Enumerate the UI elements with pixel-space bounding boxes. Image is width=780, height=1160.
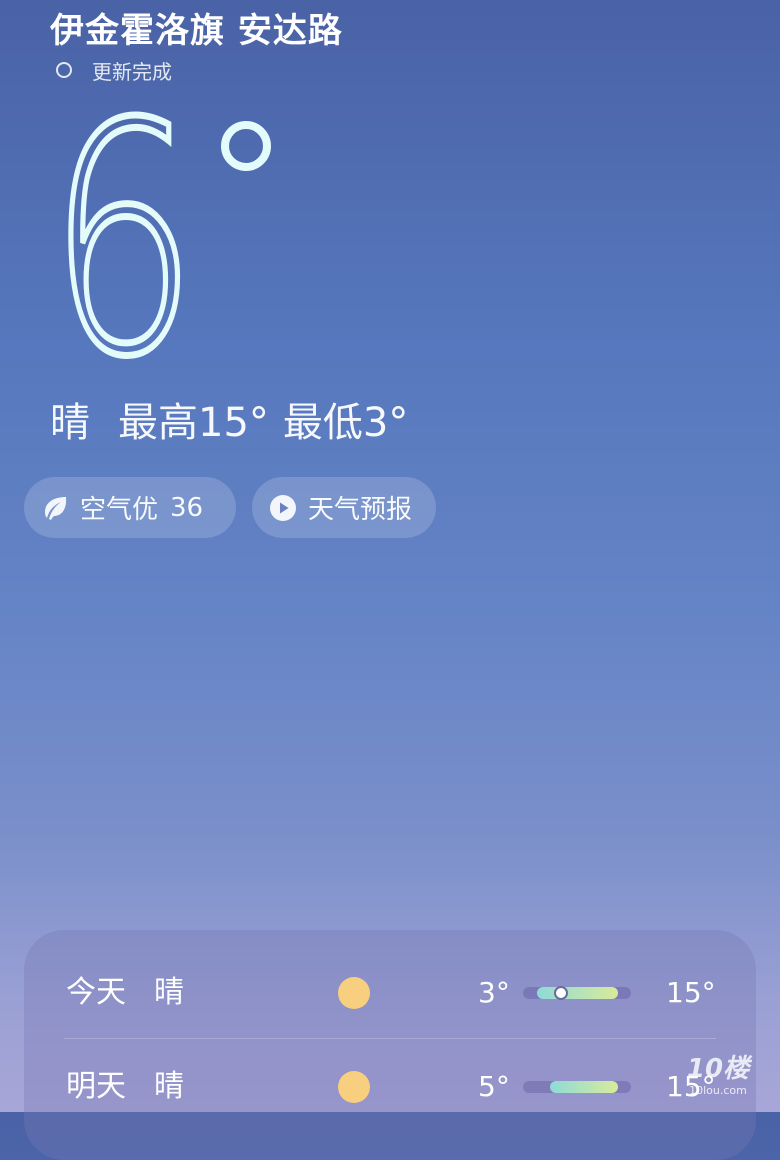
update-status-text: 更新完成: [92, 59, 172, 84]
current-temperature-value: 6: [48, 108, 198, 368]
forecast-label: 天气预报: [308, 495, 413, 525]
forecast-condition: 晴: [154, 975, 184, 1010]
temperature-range-bar: [523, 1081, 631, 1093]
today-high: 最高15°: [118, 400, 269, 446]
forecast-condition: 晴: [154, 1069, 184, 1104]
forecast-row-tomorrow[interactable]: 明天 晴 5° 15°: [24, 1042, 756, 1132]
air-quality-chip[interactable]: 空气优 36: [24, 477, 236, 538]
refresh-ring-icon: [56, 62, 72, 78]
forecast-day: 明天: [66, 1069, 126, 1104]
daily-forecast-card: 今天 晴 3° 15° 明天 晴 5° 15°: [24, 930, 756, 1160]
degree-symbol-icon: [221, 121, 271, 171]
aqi-label: 空气优: [80, 495, 159, 525]
watermark-url: 10lou.com: [689, 1084, 747, 1097]
forecast-low: 5°: [478, 1070, 510, 1103]
temperature-range-fill: [550, 1081, 619, 1093]
current-temperature: 6: [48, 108, 298, 368]
forecast-day: 今天: [66, 975, 126, 1010]
forecast-high: 15°: [666, 976, 716, 1009]
location-title[interactable]: 伊金霍洛旗 安达路: [50, 8, 343, 54]
temperature-range-bar: [523, 986, 631, 1000]
row-divider: [64, 1038, 716, 1039]
sun-icon: [338, 977, 370, 1009]
today-low: 最低3°: [282, 400, 409, 446]
forecast-row-today[interactable]: 今天 晴 3° 15°: [24, 948, 756, 1038]
current-temperature-marker: [553, 986, 568, 1000]
weather-forecast-chip[interactable]: 天气预报: [252, 477, 436, 538]
weather-summary: 晴最高15° 最低3°: [50, 396, 408, 450]
leaf-icon: [40, 493, 70, 523]
forecast-low: 3°: [478, 976, 510, 1009]
play-icon: [268, 493, 298, 523]
update-status: 更新完成: [56, 56, 172, 84]
site-watermark: 10楼 10lou.com: [678, 1054, 758, 1106]
watermark-logo: 10楼: [686, 1054, 750, 1084]
sun-icon: [338, 1071, 370, 1103]
temperature-range-fill: [537, 987, 619, 999]
current-temperature-display: 6: [48, 108, 271, 368]
aqi-value: 36: [170, 492, 204, 523]
current-condition: 晴: [50, 400, 90, 446]
